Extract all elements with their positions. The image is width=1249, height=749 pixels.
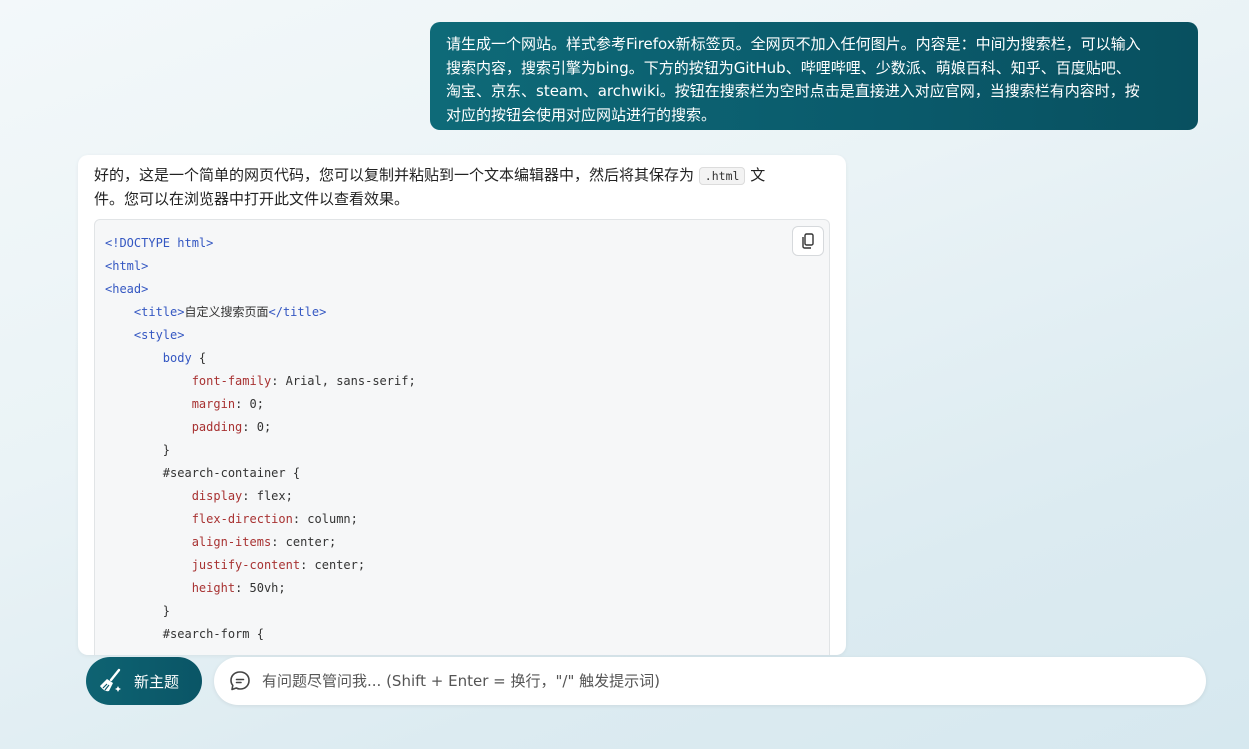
code-line: <!DOCTYPE html> (105, 232, 416, 255)
intro-text-tail: 文 (750, 166, 766, 184)
user-message-line: 搜索内容，搜索引擎为bing。下方的按钮为GitHub、哔哩哔哩、少数派、萌娘百… (446, 58, 1131, 77)
code-token: #search-container { (105, 466, 301, 480)
code-token: flex-direction (191, 512, 293, 526)
code-token: 自定义搜索页面 (184, 305, 269, 319)
intro-text: 好的，这是一个简单的网页代码，您可以复制并粘贴到一个文本编辑器中，然后将其保存为 (94, 166, 695, 184)
user-message-bubble: 请生成一个网站。样式参考Firefox新标签页。全网页不加入任何图片。内容是：中… (430, 22, 1198, 130)
code-line: font-family: Arial, sans-serif; (105, 370, 416, 393)
chat-input-field[interactable] (262, 672, 1162, 690)
code-token: : Arial, sans-serif; (271, 374, 416, 388)
code-token: padding (191, 420, 243, 434)
code-line: <html> (105, 255, 416, 278)
code-token: display (191, 489, 243, 503)
code-token: : 0; (242, 420, 272, 434)
code-token: <html> (105, 259, 149, 273)
code-line: justify-content: center; (105, 554, 416, 577)
chat-bubble-icon (230, 671, 250, 691)
code-line: height: 50vh; (105, 577, 416, 600)
code-line: #search-form { (105, 623, 416, 646)
code-token: height (191, 581, 236, 595)
broom-icon (100, 668, 121, 692)
code-token: : center; (271, 535, 337, 549)
user-message-line: 对应的按钮会使用对应网站进行的搜索。 (446, 105, 717, 124)
code-token: } (105, 604, 171, 618)
code-token: } (105, 443, 171, 457)
code-token: : flex; (242, 489, 293, 503)
inline-code-extension: .html (698, 167, 746, 185)
code-token: justify-content (191, 558, 301, 572)
code-token: <title> (133, 305, 185, 319)
copy-code-button[interactable] (792, 226, 824, 256)
code-token: margin (191, 397, 236, 411)
code-line: <head> (105, 278, 416, 301)
code-line: body { (105, 347, 416, 370)
code-token: : center; (300, 558, 366, 572)
code-token: </title> (268, 305, 327, 319)
assistant-intro: 好的，这是一个简单的网页代码，您可以复制并粘贴到一个文本编辑器中，然后将其保存为… (94, 164, 822, 211)
code-line: flex-direction: column; (105, 508, 416, 531)
code-line: margin: 0; (105, 393, 416, 416)
code-line: } (105, 439, 416, 462)
new-topic-button[interactable]: 新主题 (86, 657, 202, 705)
code-token: font-family (191, 374, 272, 388)
code-token: <head> (105, 282, 149, 296)
new-topic-label: 新主题 (134, 672, 180, 691)
code-line: padding: 0; (105, 416, 416, 439)
code-line: align-items: center; (105, 531, 416, 554)
code-token: #search-form { (105, 627, 264, 641)
intro-text-line2: 件。您可以在浏览器中打开此文件以查看效果。 (94, 190, 410, 208)
code-token: <!DOCTYPE html> (105, 236, 214, 250)
assistant-message-card: 好的，这是一个简单的网页代码，您可以复制并粘贴到一个文本编辑器中，然后将其保存为… (78, 155, 846, 655)
code-line: #search-container { (105, 462, 416, 485)
chat-input-bar[interactable] (214, 657, 1206, 705)
code-lines: <!DOCTYPE html> <html> <head> <title>自定义搜索… (105, 232, 416, 646)
code-line: } (105, 600, 416, 623)
code-line: <title>自定义搜索页面</title> (105, 301, 416, 324)
user-message-line: 请生成一个网站。样式参考Firefox新标签页。全网页不加入任何图片。内容是：中… (446, 35, 1141, 53)
code-token: { (191, 351, 207, 365)
code-token: : column; (292, 512, 358, 526)
user-message-line: 淘宝、京东、steam、archwiki。按钮在搜索栏为空时点击是直接进入对应官… (446, 82, 1140, 100)
code-token: : 0; (235, 397, 264, 411)
code-token: <style> (133, 328, 185, 342)
code-block: <!DOCTYPE html> <html> <head> <title>自定义搜索… (94, 219, 830, 655)
code-token: align-items (191, 535, 272, 549)
code-token: body (162, 351, 192, 365)
code-line: display: flex; (105, 485, 416, 508)
copy-icon (802, 233, 814, 249)
code-token: : 50vh; (235, 581, 286, 595)
code-line: <style> (105, 324, 416, 347)
